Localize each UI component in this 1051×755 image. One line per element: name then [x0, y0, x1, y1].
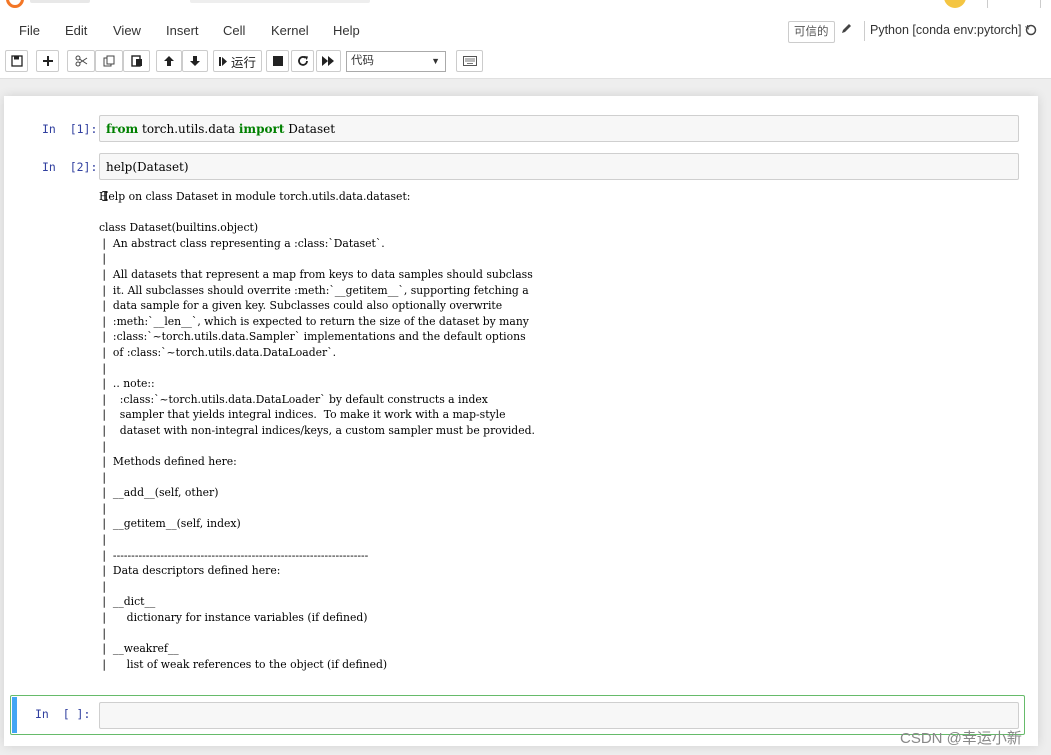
- cell-3-prompt: In [ ]:: [35, 707, 91, 721]
- restart-run-all-button[interactable]: [316, 50, 341, 72]
- module-path: torch.utils.data: [138, 122, 239, 136]
- cell-type-value: 代码: [351, 55, 374, 67]
- pencil-icon[interactable]: [840, 22, 856, 40]
- chevron-down-icon: ▼: [431, 56, 440, 66]
- cut-button[interactable]: [67, 50, 95, 72]
- selected-cell-indicator: [12, 697, 17, 733]
- menu-kernel[interactable]: Kernel: [271, 23, 309, 38]
- paste-icon: [130, 55, 143, 67]
- cell-type-select[interactable]: 代码 ▼: [346, 51, 446, 72]
- keyboard-icon: [462, 56, 477, 66]
- jupyter-wordmark: [30, 0, 90, 3]
- restart-button[interactable]: [291, 50, 314, 72]
- run-button[interactable]: 运行: [213, 50, 262, 72]
- kernel-divider: [864, 21, 865, 41]
- plus-icon: [42, 55, 54, 67]
- user-avatar: [944, 0, 966, 8]
- keyword-import: import: [238, 122, 285, 136]
- cell-1-prompt: In [1]:: [42, 122, 98, 136]
- cell-1-input[interactable]: from torch.utils.data import Dataset: [99, 115, 1019, 142]
- command-palette-button[interactable]: [456, 50, 483, 72]
- arrow-up-icon: [163, 55, 175, 67]
- watermark: CSDN @幸运小新: [900, 730, 1022, 747]
- menu-insert[interactable]: Insert: [166, 23, 199, 38]
- stop-icon: [272, 56, 283, 66]
- arrow-down-icon: [189, 55, 201, 67]
- menu-help[interactable]: Help: [333, 23, 360, 38]
- menu-file[interactable]: File: [19, 23, 40, 38]
- cell-2-output: Help on class Dataset in module torch.ut…: [99, 190, 535, 671]
- copy-button[interactable]: [95, 50, 123, 72]
- paste-button[interactable]: [123, 50, 150, 72]
- insert-cell-button[interactable]: [36, 50, 59, 72]
- save-icon: [10, 55, 23, 67]
- menu-edit[interactable]: Edit: [65, 23, 87, 38]
- notebook-header: File Edit View Insert Cell Kernel Help 可…: [0, 0, 1051, 79]
- notebook-title[interactable]: [190, 0, 370, 3]
- interrupt-button[interactable]: [266, 50, 289, 72]
- keyword-from: from: [106, 122, 139, 136]
- menu-view[interactable]: View: [113, 23, 141, 38]
- cell-2-input[interactable]: help(Dataset): [99, 153, 1019, 180]
- cell-3-input[interactable]: [99, 702, 1019, 729]
- cell-2-prompt: In [2]:: [42, 160, 98, 174]
- menu-cell[interactable]: Cell: [223, 23, 245, 38]
- kernel-name[interactable]: Python [conda env:pytorch] *: [870, 23, 1030, 37]
- kernel-idle-icon: [1025, 22, 1039, 40]
- copy-icon: [103, 55, 115, 67]
- run-label: 运行: [231, 55, 257, 70]
- fast-forward-icon: [322, 56, 335, 66]
- move-up-button[interactable]: [156, 50, 182, 72]
- restart-icon: [297, 55, 309, 67]
- save-button[interactable]: [5, 50, 28, 72]
- title-strip: [0, 0, 1051, 8]
- text-cursor-icon: I: [101, 190, 109, 205]
- jupyter-logo-icon[interactable]: [6, 0, 24, 8]
- move-down-button[interactable]: [182, 50, 208, 72]
- logout-button[interactable]: [987, 0, 1041, 8]
- cut-icon: [75, 55, 88, 67]
- imported-name: Dataset: [284, 122, 336, 136]
- step-forward-icon: [219, 56, 228, 67]
- trusted-indicator[interactable]: 可信的: [788, 21, 835, 43]
